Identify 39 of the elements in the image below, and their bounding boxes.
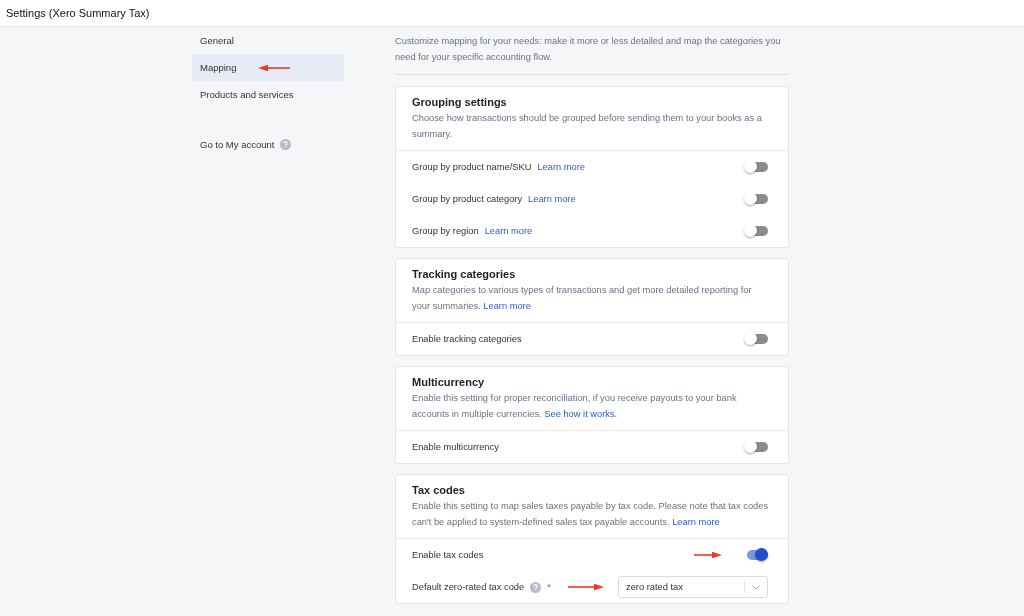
toggle-switch[interactable] xyxy=(744,223,768,239)
account-link[interactable]: Go to My account xyxy=(200,139,275,150)
card-title: Grouping settings xyxy=(412,96,508,108)
card-description: Map categories to various types of transactions and get more detailed reporting for your summaries. Learn more xyxy=(412,284,753,313)
sidebar-item[interactable]: General xyxy=(192,27,344,54)
card-title: Multicurrency xyxy=(412,376,486,388)
card-description: Choose how transactions should be grouped before sending them to your books as a summary. xyxy=(412,112,763,141)
toggle-switch[interactable] xyxy=(744,439,768,455)
help-link[interactable]: Learn more xyxy=(672,516,720,527)
setting-label: Enable multicurrency xyxy=(412,442,499,452)
learn-more-link[interactable]: Learn more xyxy=(537,162,585,172)
required-mark: * xyxy=(547,582,551,592)
setting-label: Default zero-rated tax code xyxy=(412,582,525,592)
setting-label: Group by region xyxy=(412,226,479,236)
arrow-annotation-icon xyxy=(694,551,722,559)
help-icon[interactable] xyxy=(530,581,542,593)
help-link[interactable]: Learn more xyxy=(483,300,531,311)
card-description: Enable this setting for proper reconciliation, if you receive payouts to your bank accounts in multiple currencies. See how it works. xyxy=(412,392,738,421)
tax-code-dropdown[interactable]: zero rated tax xyxy=(618,576,768,598)
arrow-annotation-icon xyxy=(258,63,291,72)
card-title: Tracking categories xyxy=(412,268,517,280)
help-link[interactable]: See how it works xyxy=(544,408,615,419)
setting-label: Enable tracking categories xyxy=(412,334,522,344)
card-title: Tax codes xyxy=(412,484,466,496)
setting-label: Enable tax codes xyxy=(412,550,484,560)
sidebar-item[interactable]: Products and services xyxy=(192,81,344,108)
learn-more-link[interactable]: Learn more xyxy=(528,194,576,204)
arrow-annotation-icon xyxy=(568,583,604,591)
section-description: Customize mapping for your needs: make it more or less detailed and map the categories you need for your specific accounting flow. xyxy=(395,27,789,75)
toggle-switch[interactable] xyxy=(744,159,768,175)
window-title: Settings (Xero Summary Tax) xyxy=(6,7,150,19)
learn-more-link[interactable]: Learn more xyxy=(484,226,533,236)
setting-label: Group by product category xyxy=(412,194,523,204)
toggle-switch[interactable] xyxy=(744,331,768,347)
caret-icon xyxy=(752,584,760,590)
card-description: Enable this setting to map sales taxes payable by tax code. Please note that tax codes can't be applied to system-defined sales tax payable accounts. Learn more xyxy=(412,500,770,529)
setting-label: Group by product name/SKU xyxy=(412,162,532,172)
toggle-switch[interactable] xyxy=(744,191,768,207)
sidebar-item[interactable]: Mapping xyxy=(192,54,344,81)
